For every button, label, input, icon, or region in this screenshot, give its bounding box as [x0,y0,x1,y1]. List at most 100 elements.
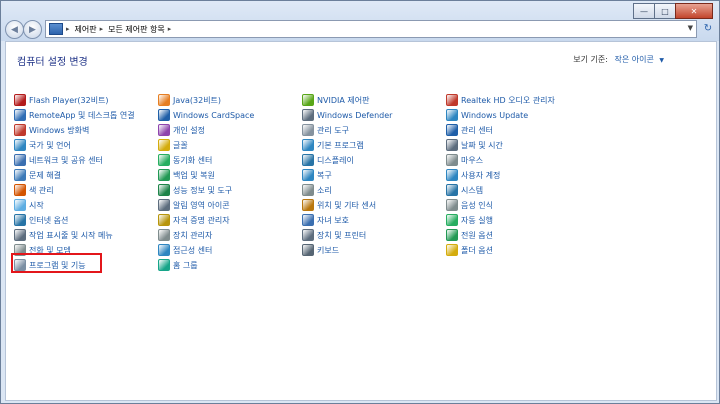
recovery-icon [302,169,314,181]
control-panel-item[interactable]: 자동 실행 [446,213,493,227]
control-panel-item[interactable]: 음성 인식 [446,198,493,212]
control-panel-item-label: 인터넷 옵션 [29,215,69,225]
control-panel-item-label: 폴더 옵션 [461,245,493,255]
control-panel-item[interactable]: 색 관리 [14,183,54,197]
control-panel-item[interactable]: 디스플레이 [302,153,354,167]
control-panel-item-label: 국가 및 언어 [29,140,71,150]
control-panel-item[interactable]: RemoteApp 및 데스크톱 연결 [14,108,135,122]
control-panel-item-label: 백업 및 복원 [173,170,215,180]
control-panel-item[interactable]: Windows 방화벽 [14,123,89,137]
control-panel-item-label: 글꼴 [173,140,188,150]
control-panel-item[interactable]: 홈 그룹 [158,258,198,272]
control-panel-item[interactable]: Windows Defender [302,108,392,122]
control-panel-item-label: 자녀 보호 [317,215,349,225]
control-panel-item[interactable]: 자격 증명 관리자 [158,213,230,227]
control-panel-item[interactable]: 마우스 [446,153,483,167]
breadcrumb-separator[interactable]: ▸ [66,25,70,33]
control-panel-item[interactable]: 전원 옵션 [446,228,493,242]
control-panel-item-label: 장치 및 프린터 [317,230,367,240]
control-panel-item[interactable]: 글꼴 [158,138,188,152]
view-by-dropdown[interactable]: 작은 아이콘 [614,55,653,64]
control-panel-item[interactable]: 작업 표시줄 및 시작 메뉴 [14,228,113,242]
user-accounts-icon [446,169,458,181]
remoteapp-icon [14,109,26,121]
control-panel-item[interactable]: 복구 [302,168,332,182]
close-button[interactable]: ✕ [675,3,713,19]
forward-button[interactable]: ▶ [23,20,42,39]
control-panel-item[interactable]: 위치 및 기타 센서 [302,198,376,212]
performance-icon [158,184,170,196]
control-panel-item[interactable]: 시스템 [446,183,483,197]
control-panel-item[interactable]: 문제 해결 [14,168,61,182]
control-panel-item[interactable]: 국가 및 언어 [14,138,71,152]
control-panel-item[interactable]: 장치 관리자 [158,228,212,242]
folder-options-icon [446,244,458,256]
control-panel-item[interactable]: Flash Player(32비트) [14,93,109,107]
control-panel-item[interactable]: 관리 도구 [302,123,349,137]
chevron-down-icon[interactable]: ▼ [659,57,664,64]
control-panel-item-label: 홈 그룹 [173,260,198,270]
control-panel-item[interactable]: 장치 및 프린터 [302,228,366,242]
refresh-icon[interactable]: ↻ [701,21,715,35]
control-panel-item[interactable]: 날짜 및 시간 [446,138,503,152]
control-panel-item-label: 기본 프로그램 [317,140,364,150]
notification-icon [158,199,170,211]
control-panel-item[interactable]: 알림 영역 아이콘 [158,198,230,212]
control-panel-item-label: Java(32비트) [173,95,222,105]
breadcrumb-control-panel[interactable]: 제어판 [75,24,97,35]
chevron-down-icon[interactable]: ▼ [688,24,693,32]
globe-icon [14,139,26,151]
control-panel-item-label: Windows CardSpace [173,110,255,120]
control-panel-item-label: 색 관리 [29,185,54,195]
devices-printers-icon [302,229,314,241]
address-bar[interactable]: ▸ 제어판 ▸ 모든 제어판 항목 ▸ ▼ [45,20,697,38]
control-panel-item[interactable]: 관리 센터 [446,123,493,137]
fonts-icon [158,139,170,151]
credential-icon [158,214,170,226]
device-manager-icon [158,229,170,241]
control-panel-item[interactable]: 키보드 [302,243,339,257]
realtek-icon [446,94,458,106]
control-panel-item-label: Realtek HD 오디오 관리자 [461,95,555,105]
control-panel-item-label: 마우스 [461,155,484,165]
breadcrumb-separator[interactable]: ▸ [100,25,104,33]
homegroup-icon [158,259,170,271]
troubleshoot-icon [14,169,26,181]
control-panel-item[interactable]: 소리 [302,183,332,197]
control-panel-item[interactable]: Java(32비트) [158,93,221,107]
control-panel-item[interactable]: Windows CardSpace [158,108,254,122]
control-panel-item-label: 개인 설정 [173,125,205,135]
control-panel-item[interactable]: Windows Update [446,108,528,122]
parental-icon [302,214,314,226]
content-pane: 컴퓨터 설정 변경 보기 기준: 작은 아이콘 ▼ Flash Player(3… [5,41,717,401]
control-panel-item[interactable]: Realtek HD 오디오 관리자 [446,93,555,107]
control-panel-item[interactable]: 네트워크 및 공유 센터 [14,153,103,167]
view-by-label: 보기 기준: [573,55,608,64]
breadcrumb-all-items[interactable]: 모든 제어판 항목 [108,24,165,35]
windows-update-icon [446,109,458,121]
view-by-selector: 보기 기준: 작은 아이콘 ▼ [573,54,664,65]
control-panel-item-label: 관리 센터 [461,125,493,135]
control-panel-item[interactable]: 백업 및 복원 [158,168,215,182]
control-panel-item[interactable]: 폴더 옵션 [446,243,493,257]
control-panel-item[interactable]: 개인 설정 [158,123,205,137]
autoplay-icon [446,214,458,226]
minimize-button[interactable]: — [633,3,655,19]
control-panel-item[interactable]: 성능 정보 및 도구 [158,183,232,197]
control-panel-item[interactable]: 접근성 센터 [158,243,212,257]
control-panel-item[interactable]: 기본 프로그램 [302,138,364,152]
control-panel-item[interactable]: 시작 [14,198,44,212]
breadcrumb-separator[interactable]: ▸ [168,25,172,33]
personalization-icon [158,124,170,136]
control-panel-item[interactable]: 사용자 계정 [446,168,500,182]
back-button[interactable]: ◀ [5,20,24,39]
nvidia-icon [302,94,314,106]
control-panel-item[interactable]: 자녀 보호 [302,213,349,227]
control-panel-item[interactable]: 동기화 센터 [158,153,212,167]
control-panel-item-label: 접근성 센터 [173,245,213,255]
control-panel-item[interactable]: NVIDIA 제어판 [302,93,369,107]
maximize-button[interactable]: □ [654,3,676,19]
control-panel-window: — □ ✕ ◀ ▶ ▸ 제어판 ▸ 모든 제어판 항목 ▸ ▼ ↻ 컴퓨터 설정… [0,0,720,404]
control-panel-item-label: 날짜 및 시간 [461,140,503,150]
control-panel-item[interactable]: 인터넷 옵션 [14,213,68,227]
